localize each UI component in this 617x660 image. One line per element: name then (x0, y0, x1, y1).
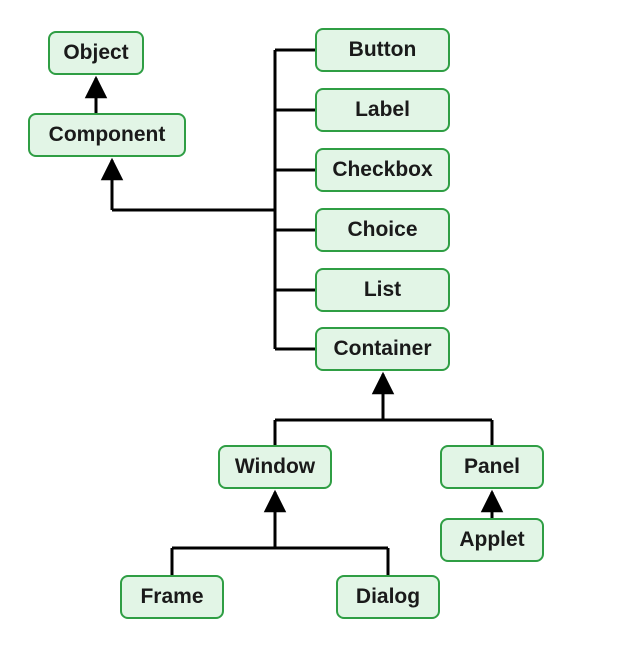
node-choice: Choice (315, 208, 450, 252)
node-label: Object (63, 41, 128, 65)
node-label: Applet (459, 528, 524, 552)
node-window: Window (218, 445, 332, 489)
node-button: Button (315, 28, 450, 72)
node-label: Label (315, 88, 450, 132)
diagram-canvas: Object Component Button Label Checkbox C… (0, 0, 617, 660)
node-container: Container (315, 327, 450, 371)
node-label: Label (355, 98, 410, 122)
node-label: Dialog (356, 585, 420, 609)
node-label: Window (235, 455, 315, 479)
node-object: Object (48, 31, 144, 75)
node-label: Container (333, 337, 431, 361)
node-dialog: Dialog (336, 575, 440, 619)
node-label: Component (49, 123, 166, 147)
node-frame: Frame (120, 575, 224, 619)
node-applet: Applet (440, 518, 544, 562)
node-list: List (315, 268, 450, 312)
node-label: Frame (140, 585, 203, 609)
node-label: Button (349, 38, 417, 62)
node-checkbox: Checkbox (315, 148, 450, 192)
node-label: List (364, 278, 401, 302)
node-panel: Panel (440, 445, 544, 489)
node-component: Component (28, 113, 186, 157)
node-label: Panel (464, 455, 520, 479)
node-label: Choice (347, 218, 417, 242)
node-label: Checkbox (332, 158, 432, 182)
